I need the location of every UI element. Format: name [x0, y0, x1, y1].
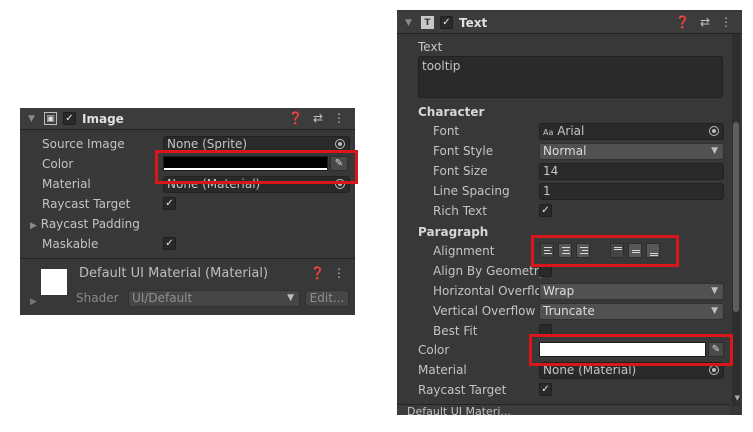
shader-value: UI/Default — [132, 291, 193, 305]
vertical-overflow-label: Vertical Overflow — [433, 304, 536, 318]
font-style-dropdown[interactable]: Normal ▼ — [539, 143, 724, 160]
character-header: Character — [418, 105, 485, 119]
vertical-overflow-value: Truncate — [543, 304, 595, 318]
font-field[interactable]: Aa Arial — [539, 123, 724, 140]
object-picker-icon[interactable] — [335, 139, 345, 149]
raycast-padding-foldout[interactable]: ▶ Raycast Padding — [30, 214, 140, 234]
text-label: Text — [418, 40, 443, 54]
align-by-geometry-label: Align By Geometry — [433, 264, 546, 278]
line-spacing-value: 1 — [543, 184, 551, 198]
scrollbar-thumb[interactable] — [733, 122, 739, 312]
raycast-target-label: Raycast Target — [418, 383, 507, 397]
paragraph-header: Paragraph — [418, 225, 489, 239]
material-more-icon[interactable]: ⋮ — [333, 266, 345, 280]
raycast-target-label: Raycast Target — [42, 197, 131, 211]
text-color-highlight-box — [529, 334, 733, 366]
horizontal-overflow-label: Horizontal Overflo — [433, 284, 539, 298]
font-asset-icon: Aa — [543, 128, 554, 137]
raycast-padding-label: Raycast Padding — [40, 217, 140, 231]
dropdown-arrow-icon: ▼ — [711, 146, 718, 156]
text-area-value: tooltip — [422, 59, 461, 73]
font-label: Font — [433, 124, 460, 138]
image-color-highlight-box — [155, 150, 358, 184]
dropdown-arrow-icon: ▼ — [711, 286, 718, 296]
line-spacing-label: Line Spacing — [433, 184, 510, 198]
alignment-label: Alignment — [433, 244, 495, 258]
rich-text-checkbox[interactable]: ✓ — [539, 204, 552, 217]
font-style-value: Normal — [543, 144, 587, 158]
font-size-label: Font Size — [433, 164, 488, 178]
text-enabled-checkbox[interactable]: ✓ — [440, 16, 453, 29]
material-label: Material — [42, 177, 91, 191]
material-preview-thumbnail — [41, 269, 67, 295]
foldout-arrow-icon: ▶ — [30, 221, 37, 231]
raycast-target-checkbox[interactable]: ✓ — [539, 383, 552, 396]
material-foldout-arrow-icon[interactable]: ▶ — [30, 297, 37, 307]
text-component-header[interactable]: ▼ T ✓ Text ❓ ⇄ ⋮ — [397, 12, 742, 34]
scroll-down-arrow-icon[interactable]: ▼ — [735, 394, 740, 402]
font-style-label: Font Style — [433, 144, 494, 158]
collapse-arrow-icon[interactable]: ▼ — [28, 114, 40, 124]
rich-text-label: Rich Text — [433, 204, 487, 218]
presets-icon[interactable]: ⇄ — [313, 111, 323, 125]
font-size-value: 14 — [543, 164, 559, 178]
text-area[interactable]: tooltip — [418, 56, 723, 98]
next-component-title: Default UI Materi... — [407, 405, 511, 415]
alignment-highlight-box — [531, 235, 679, 267]
image-enabled-checkbox[interactable]: ✓ — [63, 112, 76, 125]
maskable-checkbox[interactable]: ✓ — [163, 237, 176, 250]
source-image-label: Source Image — [42, 137, 125, 151]
presets-icon[interactable]: ⇄ — [700, 15, 710, 29]
horizontal-overflow-dropdown[interactable]: Wrap ▼ — [539, 283, 724, 300]
font-size-field[interactable]: 14 — [539, 163, 724, 180]
text-component-icon: T — [421, 16, 434, 29]
more-icon[interactable]: ⋮ — [720, 15, 732, 29]
more-icon[interactable]: ⋮ — [333, 111, 345, 125]
divider — [20, 258, 355, 259]
image-component-icon: ▣ — [44, 112, 57, 125]
help-icon[interactable]: ❓ — [675, 15, 690, 29]
image-component-header[interactable]: ▼ ▣ ✓ Image ❓ ⇄ ⋮ — [20, 108, 355, 130]
scrollbar-track[interactable] — [732, 34, 740, 406]
color-label: Color — [42, 157, 74, 171]
material-help-icon[interactable]: ❓ — [310, 266, 325, 280]
image-component-panel: ▼ ▣ ✓ Image ❓ ⇄ ⋮ Source Image None (Spr… — [20, 108, 355, 315]
font-value: Arial — [557, 124, 585, 138]
raycast-target-checkbox[interactable]: ✓ — [163, 197, 176, 210]
shader-dropdown[interactable]: UI/Default ▼ — [128, 290, 300, 307]
material-section-title: Default UI Material (Material) — [79, 266, 269, 281]
shader-label: Shader — [76, 291, 119, 305]
next-component-header[interactable]: Default UI Materi... — [397, 404, 730, 415]
font-picker-icon[interactable] — [709, 126, 719, 136]
dropdown-arrow-icon: ▼ — [287, 293, 294, 303]
line-spacing-field[interactable]: 1 — [539, 183, 724, 200]
horizontal-overflow-value: Wrap — [543, 284, 575, 298]
edit-shader-button[interactable]: Edit... — [305, 290, 349, 307]
source-image-value: None (Sprite) — [167, 137, 248, 151]
vertical-overflow-dropdown[interactable]: Truncate ▼ — [539, 303, 724, 320]
dropdown-arrow-icon: ▼ — [711, 306, 718, 316]
best-fit-label: Best Fit — [433, 324, 478, 338]
help-icon[interactable]: ❓ — [288, 111, 303, 125]
maskable-label: Maskable — [42, 237, 99, 251]
image-component-title: Image — [82, 111, 124, 126]
color-label: Color — [418, 343, 450, 357]
text-component-title: Text — [459, 15, 488, 30]
collapse-arrow-icon[interactable]: ▼ — [405, 18, 417, 28]
material-label: Material — [418, 363, 467, 377]
material-picker-icon[interactable] — [709, 365, 719, 375]
